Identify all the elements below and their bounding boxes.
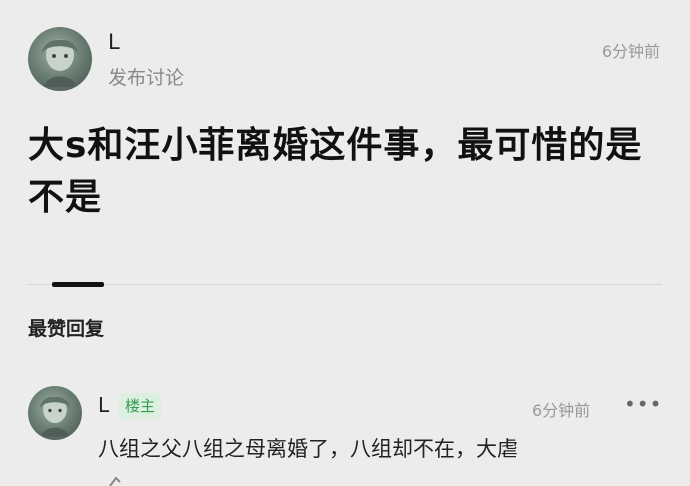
- tab-divider: [28, 284, 662, 285]
- post-action-label: 发布讨论: [108, 67, 185, 89]
- op-badge: 楼主: [119, 393, 162, 419]
- avatar-illustration: [42, 39, 78, 87]
- avatar-illustration: [39, 396, 71, 437]
- reply-content: 八组之父八组之母离婚了，八组却不在，大虐: [98, 437, 518, 461]
- active-tab-indicator: [52, 282, 104, 287]
- reply-timestamp: 6分钟前: [532, 401, 591, 420]
- tab-top-replies[interactable]: 最赞回复: [28, 314, 104, 341]
- reply-avatar[interactable]: [28, 386, 82, 440]
- reply-username[interactable]: L: [98, 393, 109, 417]
- post-timestamp: 6分钟前: [601, 42, 660, 61]
- post-avatar[interactable]: [28, 27, 92, 91]
- post-username[interactable]: L: [108, 30, 120, 54]
- post-title: 大s和汪小菲离婚这件事，最可惜的是不是: [28, 125, 643, 218]
- more-dots-icon[interactable]: •••: [624, 392, 662, 416]
